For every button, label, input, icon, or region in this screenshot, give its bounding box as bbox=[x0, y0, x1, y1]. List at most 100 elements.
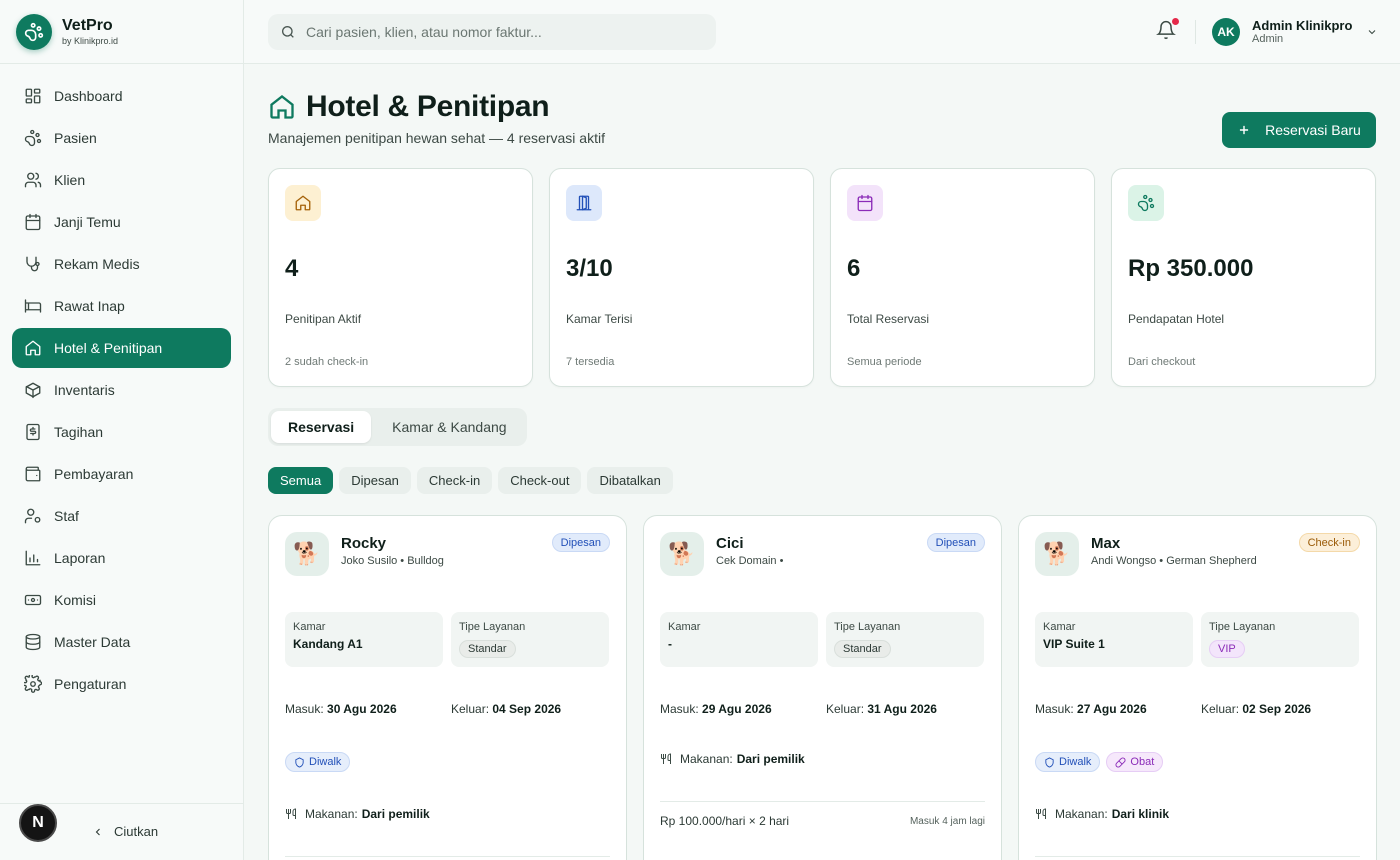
room-value: VIP Suite 1 bbox=[1043, 637, 1105, 651]
utensils-icon bbox=[1035, 808, 1055, 820]
room-label: Kamar bbox=[293, 621, 326, 633]
app-badge[interactable]: N bbox=[19, 804, 57, 842]
sidebar-item-label: Janji Temu bbox=[54, 214, 121, 230]
divider bbox=[285, 856, 610, 857]
sidebar-item-pasien[interactable]: Pasien bbox=[12, 118, 231, 158]
walk-tag: Diwalk bbox=[1035, 752, 1101, 772]
sidebar-item-master-data[interactable]: Master Data bbox=[12, 622, 231, 662]
status-badge: Dipesan bbox=[926, 533, 985, 552]
stat-label: Total Reservasi bbox=[847, 312, 930, 326]
search-input[interactable] bbox=[306, 24, 686, 40]
reservation-list: 🐕 Rocky Joko Susilo • Bulldog Dipesan Kamar K… bbox=[268, 515, 1377, 860]
sidebar-item-inventaris[interactable]: Inventaris bbox=[12, 370, 231, 410]
brand[interactable]: VetPro by Klinikpro.id bbox=[0, 0, 243, 64]
sidebar-item-label: Hotel & Penitipan bbox=[54, 340, 163, 356]
door-icon bbox=[566, 185, 602, 221]
pet-name: Rocky bbox=[341, 535, 387, 552]
calendar-icon bbox=[847, 185, 883, 221]
room-value: - bbox=[668, 637, 672, 651]
reservation-card[interactable]: 🐕 Cici Cek Domain • Dipesan Kamar - Tipe Layan… bbox=[643, 515, 1002, 860]
search-icon bbox=[282, 26, 294, 38]
search-bar[interactable] bbox=[268, 14, 716, 50]
sidebar-item-label: Komisi bbox=[54, 592, 97, 608]
bar-chart-icon bbox=[24, 549, 42, 567]
wallet-icon bbox=[24, 465, 42, 483]
sidebar-item-rekam-medis[interactable]: Rekam Medis bbox=[12, 244, 231, 284]
grid-icon bbox=[24, 87, 42, 105]
sidebar: VetPro by Klinikpro.id Dashboard Pasien Kl… bbox=[0, 0, 244, 860]
sidebar-item-pengaturan[interactable]: Pengaturan bbox=[12, 664, 231, 704]
topbar-divider bbox=[1195, 20, 1196, 44]
topbar: AK Admin Klinikpro Admin bbox=[244, 0, 1400, 64]
stat-card: 3/10 Kamar Terisi 7 tersedia bbox=[549, 168, 814, 387]
shield-icon bbox=[1044, 756, 1059, 768]
paw-icon bbox=[1128, 185, 1164, 221]
filter-dipesan[interactable]: Dipesan bbox=[339, 467, 411, 494]
chevron-down-icon bbox=[1369, 30, 1376, 35]
owner-breed: Joko Susilo • Bulldog bbox=[341, 555, 444, 567]
brand-name: VetPro bbox=[62, 16, 113, 34]
sidebar-item-tagihan[interactable]: Tagihan bbox=[12, 412, 231, 452]
stat-value: Rp 350.000 bbox=[1128, 255, 1254, 282]
page-title: Hotel & Penitipan bbox=[306, 90, 550, 123]
page-header: Hotel & Penitipan Manajemen penitipan he… bbox=[268, 90, 605, 146]
sidebar-item-dashboard[interactable]: Dashboard bbox=[12, 76, 231, 116]
reservation-card[interactable]: 🐕 Max Andi Wongso • German Shepherd Check-i… bbox=[1018, 515, 1377, 860]
home-icon bbox=[24, 339, 42, 357]
sidebar-item-staf[interactable]: Staf bbox=[12, 496, 231, 536]
stat-card: 4 Penitipan Aktif 2 sudah check-in bbox=[268, 168, 533, 387]
sidebar-item-label: Pengaturan bbox=[54, 676, 127, 692]
sidebar-item-label: Rawat Inap bbox=[54, 298, 125, 314]
stethoscope-icon bbox=[24, 255, 42, 273]
notification-dot bbox=[1172, 18, 1179, 25]
settings-icon bbox=[24, 675, 42, 693]
sidebar-item-pembayaran[interactable]: Pembayaran bbox=[12, 454, 231, 494]
collapse-button[interactable]: Ciutkan bbox=[92, 824, 158, 839]
dog-icon: 🐕 bbox=[285, 532, 329, 576]
service-pill: Standar bbox=[834, 640, 891, 658]
main-content: Hotel & Penitipan Manajemen penitipan he… bbox=[244, 64, 1400, 860]
stat-footnote: Dari checkout bbox=[1128, 356, 1196, 368]
status-filters: Semua Dipesan Check-in Check-out Dibatalkan bbox=[268, 467, 673, 494]
service-box: Tipe Layanan Standar bbox=[826, 612, 984, 667]
avatar: AK bbox=[1212, 18, 1240, 46]
sidebar-item-laporan[interactable]: Laporan bbox=[12, 538, 231, 578]
sidebar-item-klien[interactable]: Klien bbox=[12, 160, 231, 200]
sidebar-item-label: Klien bbox=[54, 172, 86, 188]
notifications-button[interactable] bbox=[1156, 18, 1179, 40]
divider bbox=[660, 801, 985, 802]
filter-check-in[interactable]: Check-in bbox=[416, 467, 493, 494]
calendar-icon bbox=[24, 213, 42, 231]
new-reservation-button[interactable]: Reservasi Baru bbox=[1222, 112, 1376, 148]
stat-value: 3/10 bbox=[566, 255, 613, 282]
stat-card: 6 Total Reservasi Semua periode bbox=[830, 168, 1095, 387]
food-info: Makanan: Dari pemilik bbox=[660, 752, 805, 766]
tab-kamar-kandang[interactable]: Kamar & Kandang bbox=[375, 411, 523, 443]
user-cog-icon bbox=[24, 507, 42, 525]
reservation-card[interactable]: 🐕 Rocky Joko Susilo • Bulldog Dipesan Kamar K… bbox=[268, 515, 627, 860]
filter-semua[interactable]: Semua bbox=[268, 467, 334, 494]
filter-check-out[interactable]: Check-out bbox=[498, 467, 582, 494]
room-label: Kamar bbox=[1043, 621, 1076, 633]
sidebar-footer: N Ciutkan bbox=[0, 803, 243, 860]
walk-tag: Diwalk bbox=[285, 752, 351, 772]
food-info: Makanan: Dari pemilik bbox=[285, 807, 430, 821]
service-box: Tipe Layanan Standar bbox=[451, 612, 609, 667]
user-role: Admin bbox=[1252, 33, 1284, 45]
stat-label: Kamar Terisi bbox=[566, 312, 633, 326]
banknote-icon bbox=[24, 591, 42, 609]
sidebar-item-label: Tagihan bbox=[54, 424, 104, 440]
paw-logo-icon bbox=[16, 13, 52, 50]
plus-icon bbox=[1240, 125, 1249, 135]
filter-dibatalkan[interactable]: Dibatalkan bbox=[587, 467, 673, 494]
dog-icon: 🐕 bbox=[1035, 532, 1079, 576]
sidebar-item-rawat-inap[interactable]: Rawat Inap bbox=[12, 286, 231, 326]
sidebar-item-janji-temu[interactable]: Janji Temu bbox=[12, 202, 231, 242]
sidebar-item-hotel-penitipan[interactable]: Hotel & Penitipan bbox=[12, 328, 231, 368]
tab-reservasi[interactable]: Reservasi bbox=[271, 411, 372, 443]
user-menu[interactable]: AK Admin Klinikpro Admin bbox=[1212, 18, 1378, 46]
sidebar-item-komisi[interactable]: Komisi bbox=[12, 580, 231, 620]
sidebar-item-label: Pembayaran bbox=[54, 466, 134, 482]
bed-icon bbox=[24, 297, 42, 315]
check-in-date: Masuk: 29 Agu 2026 bbox=[660, 702, 772, 716]
